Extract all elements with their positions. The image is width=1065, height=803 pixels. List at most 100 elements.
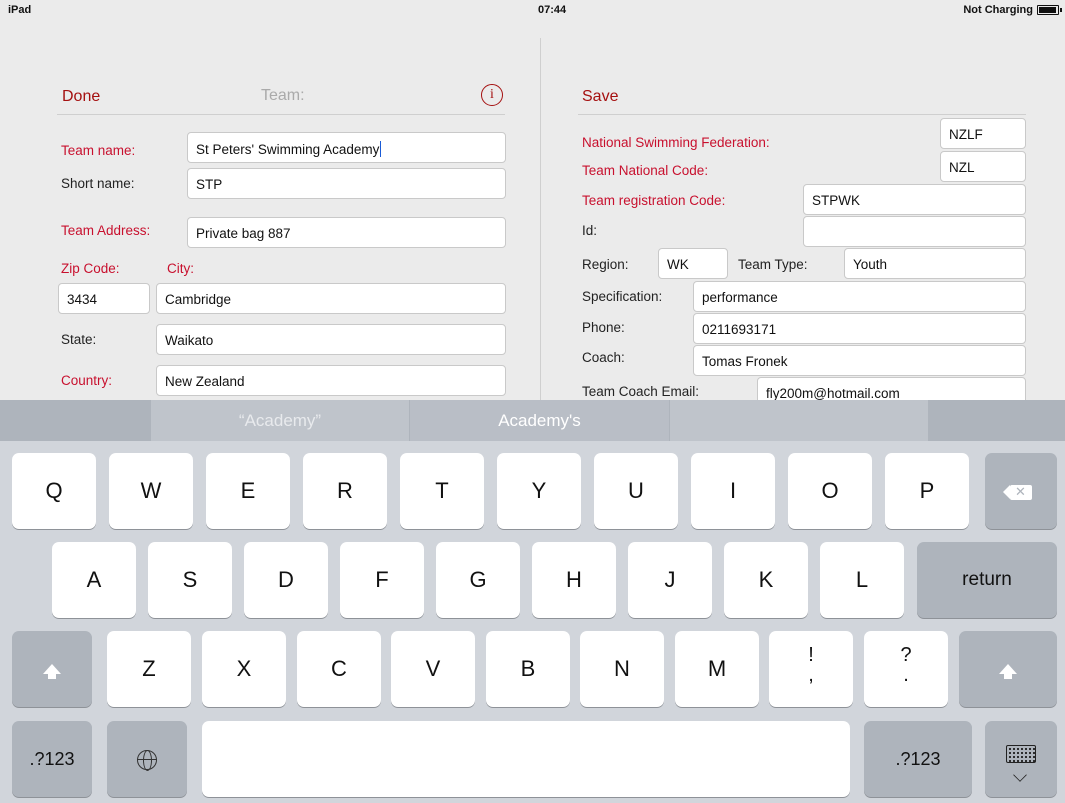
key-w[interactable]: W [109, 453, 193, 529]
shift-icon [999, 664, 1017, 679]
device-name: iPad [8, 4, 32, 16]
return-key[interactable]: return [917, 542, 1057, 618]
key-question-period[interactable]: ? . [864, 631, 948, 707]
battery-status: Not Charging [963, 4, 1033, 16]
header-divider [57, 114, 505, 115]
done-button[interactable]: Done [62, 88, 100, 106]
status-bar: iPad 07:44 Not Charging [0, 0, 1065, 20]
key-c[interactable]: C [297, 631, 381, 707]
specification-field[interactable]: performance [693, 281, 1026, 312]
battery-icon [1037, 5, 1062, 15]
globe-key[interactable] [107, 721, 187, 797]
country-field[interactable]: New Zealand [156, 365, 506, 396]
prediction-quoted[interactable]: “Academy” [151, 400, 409, 441]
key-h[interactable]: H [532, 542, 616, 618]
team-coach-email-label: Team Coach Email: [582, 384, 700, 399]
team-form: Done Team: i Team name: St Peters' Swimm… [0, 20, 1065, 408]
key-m[interactable]: M [675, 631, 759, 707]
phone-field[interactable]: 0211693171 [693, 313, 1026, 344]
region-field[interactable]: WK [658, 248, 728, 279]
team-name-field[interactable]: St Peters' Swimming Academy [187, 132, 506, 163]
id-field[interactable] [803, 216, 1026, 247]
state-field[interactable]: Waikato [156, 324, 506, 355]
numbers-key-right[interactable]: .?123 [864, 721, 972, 797]
key-exclamation-comma[interactable]: ! , [769, 631, 853, 707]
key-z[interactable]: Z [107, 631, 191, 707]
key-d[interactable]: D [244, 542, 328, 618]
globe-icon [137, 750, 157, 772]
national-federation-field[interactable]: NZLF [940, 118, 1026, 149]
save-button[interactable]: Save [582, 88, 618, 106]
key-e[interactable]: E [206, 453, 290, 529]
coach-label: Coach: [582, 350, 625, 365]
team-national-code-field[interactable]: NZL [940, 151, 1026, 182]
key-x[interactable]: X [202, 631, 286, 707]
zip-code-label: Zip Code: [61, 261, 120, 276]
key-a[interactable]: A [52, 542, 136, 618]
key-period-label: . [903, 664, 909, 686]
panel-title: Team: [261, 87, 305, 104]
team-registration-code-label: Team registration Code: [582, 193, 726, 208]
city-field[interactable]: Cambridge [156, 283, 506, 314]
on-screen-keyboard: “Academy” Academy's Q W E R T Y U I O P … [0, 400, 1065, 803]
chevron-down-icon [1013, 768, 1027, 782]
national-federation-label: National Swimming Federation: [582, 135, 770, 150]
phone-label: Phone: [582, 320, 625, 335]
space-bar[interactable] [202, 721, 850, 797]
region-label: Region: [582, 257, 629, 272]
team-address-label: Team Address: [61, 223, 151, 238]
text-cursor [380, 141, 382, 157]
team-name-value: St Peters' Swimming Academy [196, 142, 380, 157]
key-j[interactable]: J [628, 542, 712, 618]
key-n[interactable]: N [580, 631, 664, 707]
shift-icon [43, 664, 61, 679]
team-type-label: Team Type: [738, 257, 808, 272]
key-b[interactable]: B [486, 631, 570, 707]
team-name-label: Team name: [61, 143, 136, 158]
shift-right-key[interactable] [959, 631, 1057, 707]
backspace-key[interactable]: ✕ [985, 453, 1057, 529]
short-name-field[interactable]: STP [187, 168, 506, 199]
zip-code-field[interactable]: 3434 [58, 283, 150, 314]
key-comma-label: , [808, 664, 814, 686]
team-address-field[interactable]: Private bag 887 [187, 217, 506, 248]
key-k[interactable]: K [724, 542, 808, 618]
key-r[interactable]: R [303, 453, 387, 529]
key-exclamation-label: ! [808, 644, 814, 666]
key-area: Q W E R T Y U I O P ✕ A S D F G H J K L … [0, 441, 1065, 803]
prediction-main[interactable]: Academy's [410, 400, 669, 441]
key-g[interactable]: G [436, 542, 520, 618]
key-t[interactable]: T [400, 453, 484, 529]
coach-field[interactable]: Tomas Fronek [693, 345, 1026, 376]
team-national-code-label: Team National Code: [582, 163, 709, 178]
key-y[interactable]: Y [497, 453, 581, 529]
country-label: Country: [61, 373, 113, 388]
city-label: City: [167, 261, 194, 276]
keyboard-dismiss-icon [1006, 745, 1036, 764]
key-p[interactable]: P [885, 453, 969, 529]
key-l[interactable]: L [820, 542, 904, 618]
key-i[interactable]: I [691, 453, 775, 529]
key-s[interactable]: S [148, 542, 232, 618]
predictive-bar: “Academy” Academy's [0, 400, 1065, 441]
clock: 07:44 [538, 4, 567, 16]
team-type-field[interactable]: Youth [844, 248, 1026, 279]
key-q[interactable]: Q [12, 453, 96, 529]
backspace-icon: ✕ [1003, 484, 1032, 500]
header-divider-right [578, 114, 1026, 115]
numbers-key-left[interactable]: .?123 [12, 721, 92, 797]
key-f[interactable]: F [340, 542, 424, 618]
short-name-label: Short name: [61, 176, 135, 191]
info-icon[interactable]: i [481, 84, 503, 106]
key-v[interactable]: V [391, 631, 475, 707]
team-registration-code-field[interactable]: STPWK [803, 184, 1026, 215]
shift-left-key[interactable] [12, 631, 92, 707]
key-question-label: ? [900, 644, 912, 666]
key-o[interactable]: O [788, 453, 872, 529]
state-label: State: [61, 332, 97, 347]
id-label: Id: [582, 223, 598, 238]
prediction-empty[interactable] [670, 400, 928, 441]
keyboard-dismiss-key[interactable] [985, 721, 1057, 797]
key-u[interactable]: U [594, 453, 678, 529]
specification-label: Specification: [582, 289, 663, 304]
